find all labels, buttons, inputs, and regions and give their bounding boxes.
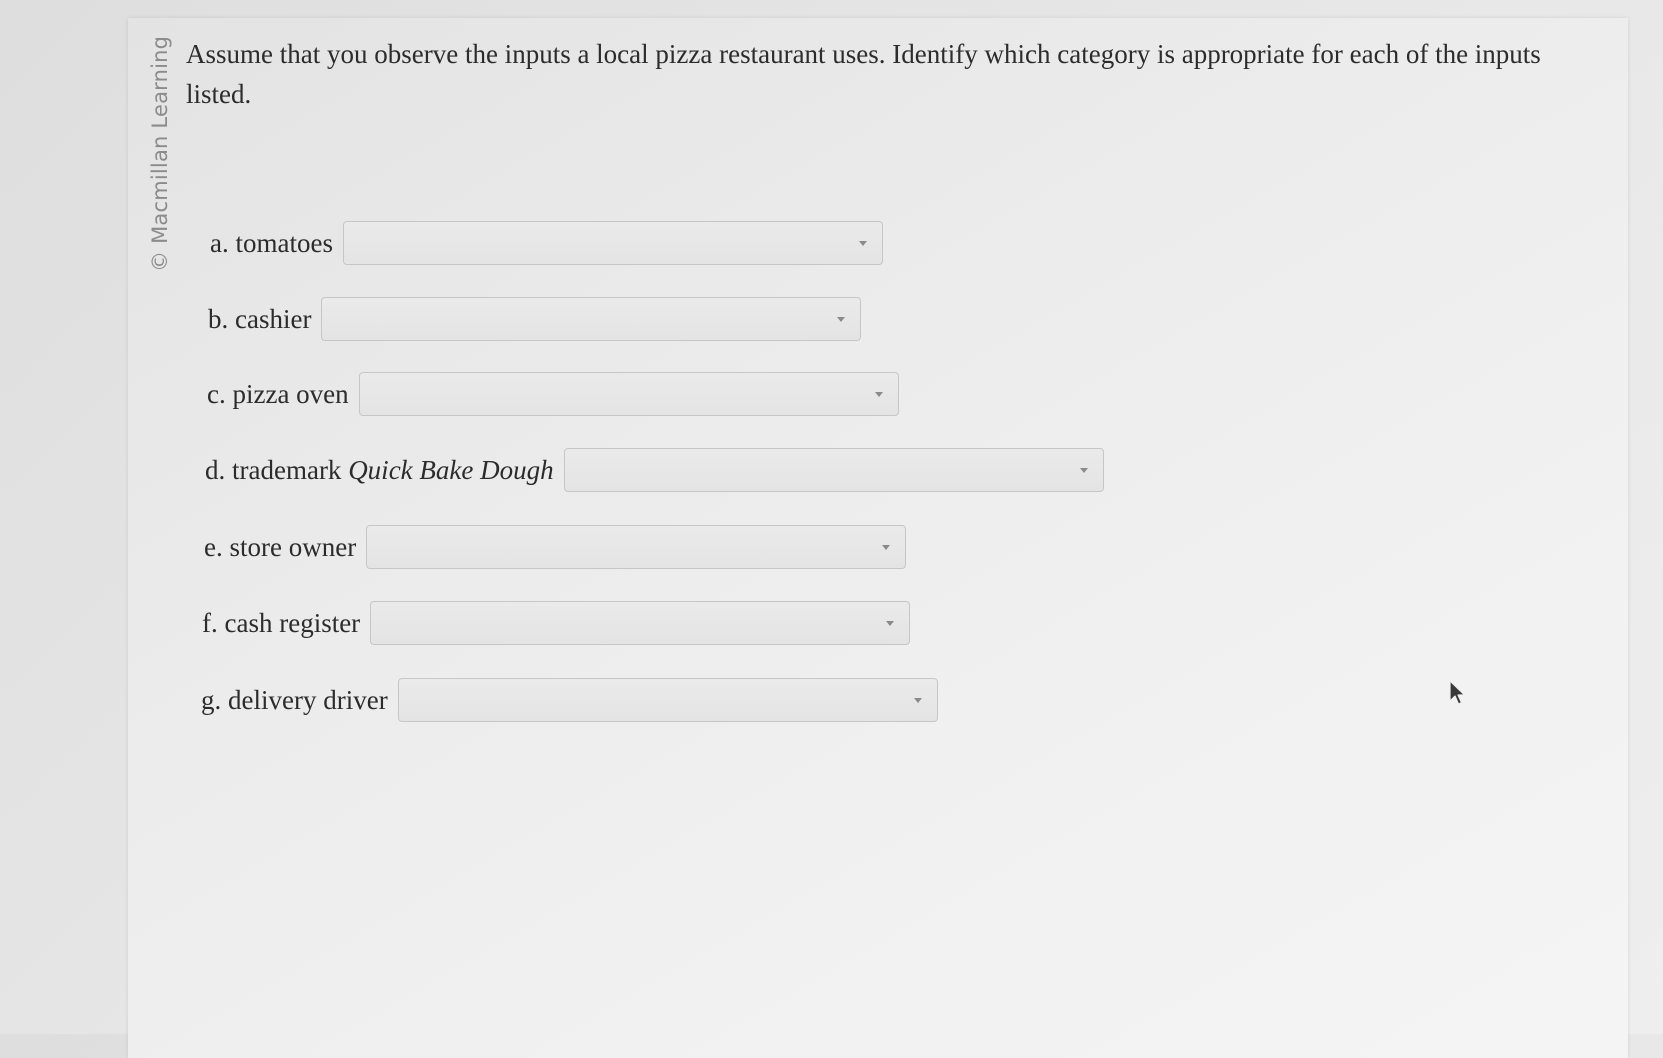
chevron-down-icon — [874, 392, 883, 397]
item-row-e: e. store owner — [204, 524, 907, 570]
category-dropdown-c[interactable] — [358, 372, 899, 416]
item-row-f: f. cash register — [202, 600, 911, 646]
category-dropdown-e[interactable] — [366, 525, 907, 569]
item-row-a: a. tomatoes — [210, 220, 883, 266]
category-dropdown-f[interactable] — [370, 601, 911, 645]
category-dropdown-d[interactable] — [563, 448, 1104, 492]
question-text: Assume that you observe the inputs a loc… — [186, 39, 1541, 109]
category-dropdown-g[interactable] — [397, 678, 938, 722]
item-row-d: d. trademark Quick Bake Dough — [205, 447, 1104, 493]
item-row-g: g. delivery driver — [201, 677, 938, 723]
chevron-down-icon — [858, 241, 867, 246]
chevron-down-icon — [837, 317, 846, 322]
item-label-c: c. pizza oven — [207, 378, 349, 409]
category-dropdown-b[interactable] — [321, 297, 862, 341]
chevron-down-icon — [882, 545, 891, 550]
chevron-down-icon — [1079, 468, 1088, 473]
item-label-d: d. trademark Quick Bake Dough — [205, 455, 554, 486]
item-label-b: b. cashier — [208, 303, 312, 334]
chevron-down-icon — [913, 698, 922, 703]
item-label-d-prefix: d. trademark — [205, 454, 349, 485]
item-label-a: a. tomatoes — [210, 227, 333, 258]
chevron-down-icon — [886, 621, 895, 626]
item-label-g: g. delivery driver — [201, 684, 388, 715]
copyright-watermark: © Macmillan Learning — [148, 35, 172, 272]
item-label-d-brand: Quick Bake Dough — [348, 454, 554, 485]
item-label-e: e. store owner — [204, 531, 357, 562]
item-row-c: c. pizza oven — [207, 371, 899, 417]
item-row-b: b. cashier — [208, 296, 862, 342]
item-label-f: f. cash register — [202, 607, 361, 638]
category-dropdown-a[interactable] — [342, 221, 883, 265]
mouse-pointer-icon — [1449, 680, 1466, 705]
